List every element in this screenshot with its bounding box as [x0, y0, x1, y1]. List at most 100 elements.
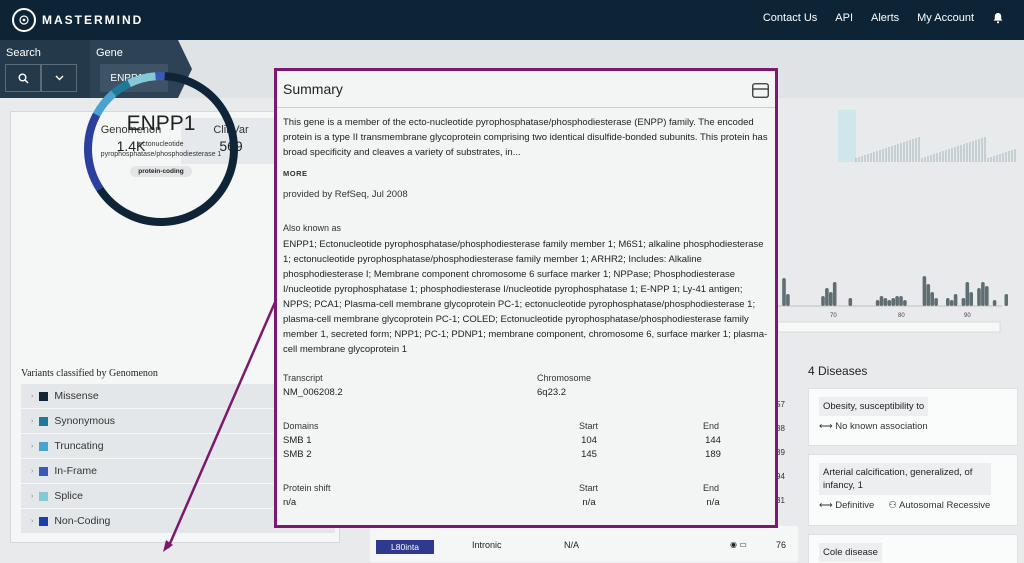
- position-bar[interactable]: [926, 284, 931, 306]
- position-bar[interactable]: [848, 298, 853, 306]
- position-bar[interactable]: [985, 286, 989, 306]
- popup-title: Summary: [283, 81, 343, 97]
- aka-label: Also known as: [283, 223, 342, 233]
- start-label: Start: [579, 421, 599, 431]
- search-dropdown-button[interactable]: [41, 64, 77, 92]
- chevron-right-icon: ›: [31, 517, 34, 525]
- variant-type-label: Non-Coding: [54, 515, 111, 527]
- search-button[interactable]: [5, 64, 41, 92]
- disease-card[interactable]: Cole disease: [808, 534, 1018, 563]
- variant-pill[interactable]: L80inta: [376, 540, 434, 554]
- end-label: End: [703, 483, 720, 493]
- variant-type-label: Missense: [54, 390, 99, 402]
- summary-text: This gene is a member of the ecto-nucleo…: [283, 117, 768, 158]
- domain-start: 104: [581, 435, 597, 446]
- chevron-down-icon: [55, 75, 63, 81]
- variant-count-cell: 76: [776, 540, 787, 550]
- variant-type-label: In-Frame: [54, 465, 97, 477]
- gene-type-badge: protein-coding: [130, 166, 192, 177]
- domain-name: SMB 1: [283, 435, 312, 446]
- nav-alerts[interactable]: Alerts: [871, 12, 899, 24]
- variant-value-cell: N/A: [564, 540, 580, 550]
- inheritance-label: ⚇ Autosomal Recessive: [888, 500, 990, 511]
- arrows-icon: ⟷: [819, 421, 833, 432]
- more-link[interactable]: MORE: [283, 169, 308, 178]
- position-bar[interactable]: [887, 300, 892, 306]
- nav-contact-us[interactable]: Contact Us: [763, 12, 817, 24]
- position-bar[interactable]: [946, 298, 950, 306]
- gene-description: ectonucleotide pyrophosphatase/phosphodi…: [100, 141, 222, 158]
- domains-label: Domains: [283, 421, 319, 431]
- position-bar[interactable]: [953, 294, 958, 306]
- aka-text: ENPP1; Ectonucleotide pyrophosphatase/ph…: [283, 239, 768, 355]
- position-bar[interactable]: [895, 296, 899, 306]
- chevron-right-icon: ›: [31, 392, 34, 400]
- x-tick-label: 80: [898, 313, 905, 319]
- protein-shift-value: n/a: [283, 497, 297, 508]
- logo-icon: [12, 8, 36, 32]
- chromosome-value: 6q23.2: [537, 387, 567, 398]
- end-label: End: [703, 421, 720, 431]
- position-bar[interactable]: [891, 298, 895, 306]
- variants-title: Variants classified by Genomenon: [21, 368, 158, 379]
- transcript-value: NM_006208.2: [283, 387, 343, 398]
- search-icon: [18, 73, 28, 83]
- nav-my-account[interactable]: My Account: [917, 12, 974, 24]
- mastermind-logo[interactable]: MASTERMIND: [12, 8, 143, 32]
- nav-api[interactable]: API: [835, 12, 853, 24]
- position-bar[interactable]: [992, 300, 997, 306]
- position-bar[interactable]: [899, 296, 903, 306]
- pedigree-icon: ⚇: [888, 500, 897, 511]
- position-bar[interactable]: [961, 298, 966, 306]
- domain-end: 189: [705, 449, 721, 460]
- top-navigation-bar: MASTERMIND Contact Us API Alerts My Acco…: [0, 0, 1024, 40]
- position-bar[interactable]: [879, 296, 884, 306]
- position-bar[interactable]: [821, 296, 825, 306]
- summary-popup: Summary This gene is a member of the ect…: [274, 68, 778, 528]
- domain-end: 144: [705, 435, 721, 446]
- position-bar[interactable]: [1004, 294, 1009, 306]
- gene-label: Gene: [96, 47, 123, 59]
- protein-shift-start: n/a: [582, 497, 596, 508]
- chevron-right-icon: ›: [31, 492, 34, 500]
- disease-card[interactable]: Arterial calcification, generalized, of …: [808, 454, 1018, 526]
- position-bar[interactable]: [786, 294, 790, 306]
- disease-name: Obesity, susceptibility to: [819, 397, 929, 416]
- variant-type-label: Truncating: [54, 440, 104, 452]
- color-swatch: [39, 391, 49, 401]
- position-bar[interactable]: [969, 292, 973, 306]
- color-swatch: [39, 416, 49, 426]
- position-bar[interactable]: [922, 276, 927, 306]
- color-swatch: [39, 441, 49, 451]
- x-tick-label: 90: [964, 313, 971, 319]
- position-bar[interactable]: [829, 292, 833, 306]
- position-bar[interactable]: [981, 282, 985, 306]
- chromosome-label: Chromosome: [537, 373, 592, 383]
- divider: [277, 107, 775, 108]
- bell-icon[interactable]: [992, 12, 1004, 24]
- range-slider[interactable]: [778, 321, 1001, 333]
- position-bar[interactable]: [825, 288, 829, 306]
- disease-card[interactable]: Obesity, susceptibility to ⟷ No known as…: [808, 388, 1018, 446]
- donut-segment[interactable]: [127, 72, 156, 88]
- table-row[interactable]: L80inta Intronic N/A ◉ ▭ 76: [370, 540, 798, 556]
- association-value: Definitive: [835, 500, 875, 511]
- color-swatch: [39, 516, 49, 526]
- position-bar[interactable]: [934, 298, 938, 306]
- variant-type-cell: Intronic: [472, 540, 502, 550]
- window-icon[interactable]: [752, 83, 769, 98]
- position-bar[interactable]: [930, 292, 934, 306]
- position-bar[interactable]: [875, 300, 880, 306]
- domain-start: 145: [581, 449, 597, 460]
- variant-table: L80inta Intronic N/A ◉ ▭ 76: [370, 526, 798, 562]
- position-bar[interactable]: [903, 300, 907, 306]
- association-row: ⟷ Definitive ⚇ Autosomal Recessive: [819, 500, 1017, 511]
- position-bar[interactable]: [977, 288, 981, 306]
- position-bar[interactable]: [832, 282, 837, 306]
- status-icons: ◉ ▭: [730, 540, 747, 549]
- position-bar[interactable]: [949, 300, 954, 306]
- position-bar[interactable]: [965, 282, 970, 306]
- position-bar[interactable]: [782, 278, 786, 306]
- position-bar[interactable]: [883, 298, 888, 306]
- association-row: ⟷ No known association: [819, 421, 1017, 432]
